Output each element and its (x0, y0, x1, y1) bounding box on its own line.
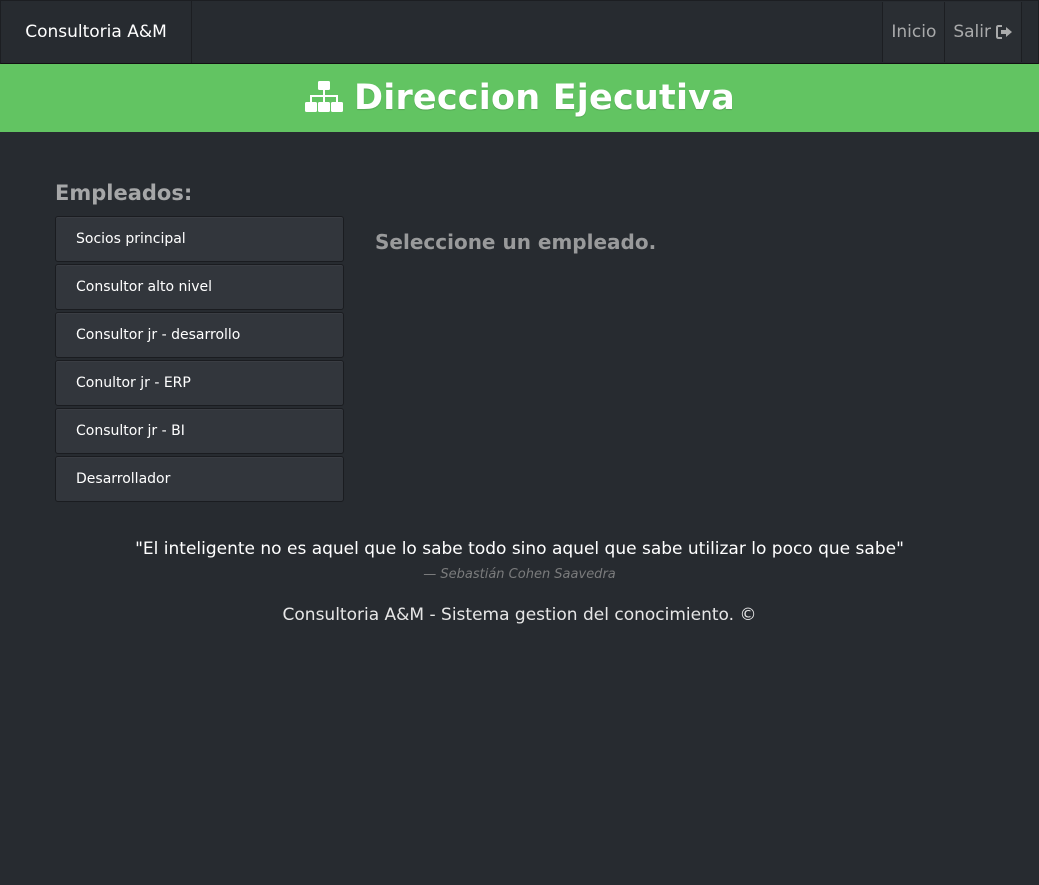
navbar-right-links: Inicio Salir (882, 2, 1022, 62)
nav-link-inicio[interactable]: Inicio (882, 2, 945, 62)
sitemap-icon (304, 80, 344, 116)
nav-link-inicio-label: Inicio (891, 22, 937, 42)
quote-text: "El inteligente no es aquel que lo sabe … (135, 539, 904, 559)
page-banner: Direccion Ejecutiva (0, 64, 1039, 132)
nav-link-salir[interactable]: Salir (944, 2, 1022, 62)
quote-author: — Sebastián Cohen Saavedra (423, 567, 616, 582)
detail-placeholder: Seleccione un empleado. (375, 230, 657, 254)
employee-list-item[interactable]: Consultor jr - desarrollo (55, 312, 344, 358)
employee-list-item[interactable]: Consultor jr - BI (55, 408, 344, 454)
employees-heading: Empleados: (55, 181, 193, 205)
employee-list-item[interactable]: Consultor alto nivel (55, 264, 344, 310)
page-title: Direccion Ejecutiva (354, 78, 735, 118)
employee-list-item[interactable]: Desarrollador (55, 456, 344, 502)
employee-list: Socios principal Consultor alto nivel Co… (55, 216, 344, 504)
sign-out-icon (996, 25, 1013, 39)
employee-list-item[interactable]: Conultor jr - ERP (55, 360, 344, 406)
footer-text: Consultoria A&M - Sistema gestion del co… (282, 605, 757, 625)
brand-link[interactable]: Consultoria A&M (1, 1, 192, 63)
employee-list-item[interactable]: Socios principal (55, 216, 344, 262)
nav-link-salir-label: Salir (953, 22, 991, 42)
top-navbar: Consultoria A&M Inicio Salir (0, 0, 1039, 64)
